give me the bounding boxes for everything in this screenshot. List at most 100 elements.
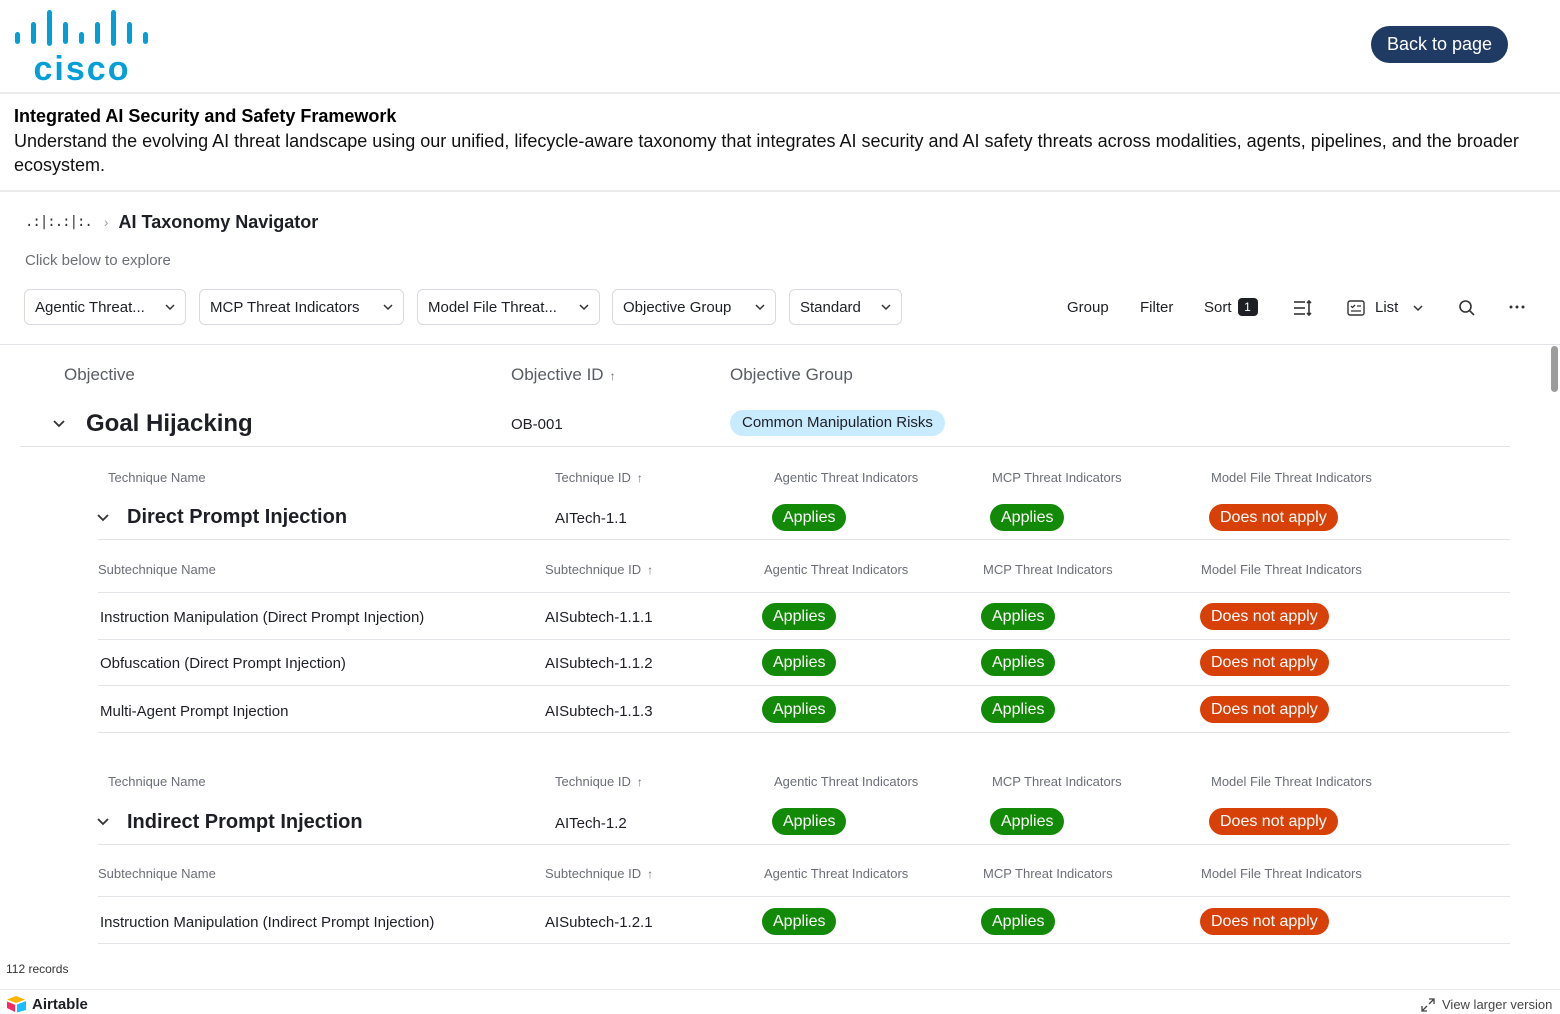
subtechnique-name[interactable]: Instruction Manipulation (Indirect Promp… xyxy=(100,914,434,931)
model-file-status-badge: Does not apply xyxy=(1200,603,1329,630)
breadcrumb: .:|:.:|:. › AI Taxonomy Navigator xyxy=(25,210,318,234)
chevron-down-icon xyxy=(755,304,765,311)
objective-id: OB-001 xyxy=(511,416,563,433)
mcp-status-badge: Applies xyxy=(990,504,1065,531)
column-header-agentic[interactable]: Agentic Threat Indicators xyxy=(774,470,918,485)
column-header-subtechnique-id[interactable]: Subtechnique ID ↑ xyxy=(545,562,653,577)
objective-name[interactable]: Goal Hijacking xyxy=(86,410,253,438)
view-larger-link[interactable]: View larger version xyxy=(1421,997,1552,1012)
subtechnique-name[interactable]: Obfuscation (Direct Prompt Injection) xyxy=(100,655,346,672)
chevron-down-icon xyxy=(881,304,891,311)
column-header-subtechnique-id[interactable]: Subtechnique ID ↑ xyxy=(545,866,653,881)
column-header-model-file[interactable]: Model File Threat Indicators xyxy=(1211,470,1372,485)
agentic-status-badge: Applies xyxy=(762,908,837,935)
row-divider xyxy=(20,446,1510,447)
column-header-mcp[interactable]: MCP Threat Indicators xyxy=(983,866,1113,881)
filter-label: Objective Group xyxy=(623,298,732,316)
base-icon[interactable]: .:|:.:|:. xyxy=(25,214,93,230)
sort-ascending-icon: ↑ xyxy=(647,867,654,881)
search-icon[interactable] xyxy=(1458,299,1476,317)
row-divider xyxy=(98,639,1510,640)
column-header-model-file[interactable]: Model File Threat Indicators xyxy=(1201,866,1362,881)
column-header-subtechnique-name[interactable]: Subtechnique Name xyxy=(98,866,216,881)
column-header-technique-name[interactable]: Technique Name xyxy=(108,774,206,789)
filter-agentic[interactable]: Agentic Threat... xyxy=(24,289,186,325)
collapse-chevron-icon[interactable] xyxy=(53,417,65,429)
subtechnique-id: AISubtech-1.2.1 xyxy=(545,914,653,931)
agentic-status-badge: Applies xyxy=(762,649,837,676)
column-header-technique-name[interactable]: Technique Name xyxy=(108,470,206,485)
list-view-icon xyxy=(1347,300,1365,316)
filter-model-file[interactable]: Model File Threat... xyxy=(417,289,600,325)
column-header-mcp[interactable]: MCP Threat Indicators xyxy=(992,774,1122,789)
mcp-status-badge: Applies xyxy=(981,649,1056,676)
row-divider xyxy=(98,539,1510,540)
filter-button[interactable]: Filter xyxy=(1140,297,1173,319)
collapse-chevron-icon[interactable] xyxy=(97,815,109,827)
sort-ascending-icon: ↑ xyxy=(609,369,616,383)
technique-name[interactable]: Direct Prompt Injection xyxy=(127,506,347,529)
column-header-mcp[interactable]: MCP Threat Indicators xyxy=(992,470,1122,485)
filter-label: Agentic Threat... xyxy=(35,298,145,316)
model-file-status-badge: Does not apply xyxy=(1209,808,1338,835)
filter-mcp[interactable]: MCP Threat Indicators xyxy=(199,289,404,325)
airtable-brand-link[interactable]: Airtable xyxy=(6,995,88,1013)
more-options-icon[interactable] xyxy=(1509,304,1525,310)
agentic-status-badge: Applies xyxy=(772,808,847,835)
back-to-page-button[interactable]: Back to page xyxy=(1371,26,1508,63)
filter-label: MCP Threat Indicators xyxy=(210,298,360,316)
column-header-technique-id[interactable]: Technique ID ↑ xyxy=(555,470,643,485)
subtechnique-id: AISubtech-1.1.2 xyxy=(545,655,653,672)
model-file-status-badge: Does not apply xyxy=(1200,649,1329,676)
column-header-label: Technique ID xyxy=(555,774,631,789)
group-button[interactable]: Group xyxy=(1067,297,1109,319)
technique-id: AITech-1.1 xyxy=(555,510,627,527)
chevron-down-icon xyxy=(383,304,393,311)
column-header-subtechnique-name[interactable]: Subtechnique Name xyxy=(98,562,216,577)
filter-standard[interactable]: Standard xyxy=(789,289,902,325)
row-divider xyxy=(98,943,1510,944)
filter-objective-group[interactable]: Objective Group xyxy=(612,289,776,325)
column-header-agentic[interactable]: Agentic Threat Indicators xyxy=(774,774,918,789)
chevron-right-icon: › xyxy=(103,214,109,230)
column-header-label: Technique ID xyxy=(555,470,631,485)
column-header-objective-id[interactable]: Objective ID ↑ xyxy=(511,365,616,385)
column-header-model-file[interactable]: Model File Threat Indicators xyxy=(1211,774,1372,789)
sort-button[interactable]: Sort 1 xyxy=(1204,297,1258,319)
agentic-status-badge: Applies xyxy=(772,504,847,531)
model-file-status-badge: Does not apply xyxy=(1209,504,1338,531)
mcp-status-badge: Applies xyxy=(981,908,1056,935)
toolbar-divider xyxy=(0,344,1560,345)
column-header-objective-group[interactable]: Objective Group xyxy=(730,365,853,385)
model-file-status-badge: Does not apply xyxy=(1200,696,1329,723)
chevron-down-icon xyxy=(579,304,589,311)
column-header-technique-id[interactable]: Technique ID ↑ xyxy=(555,774,643,789)
cisco-logo[interactable]: cisco xyxy=(14,8,154,84)
row-divider xyxy=(98,592,1510,593)
footer-divider xyxy=(0,989,1560,990)
subtechnique-id: AISubtech-1.1.1 xyxy=(545,609,653,626)
technique-id: AITech-1.2 xyxy=(555,815,627,832)
filter-label: Standard xyxy=(800,298,861,316)
subtechnique-name[interactable]: Multi-Agent Prompt Injection xyxy=(100,703,288,720)
subtechnique-name[interactable]: Instruction Manipulation (Direct Prompt … xyxy=(100,609,424,626)
collapse-chevron-icon[interactable] xyxy=(97,511,109,523)
column-header-label: Objective ID xyxy=(511,365,604,384)
airtable-logo-icon xyxy=(7,996,26,1013)
chevron-down-icon xyxy=(1413,305,1423,312)
column-header-mcp[interactable]: MCP Threat Indicators xyxy=(983,562,1113,577)
column-header-model-file[interactable]: Model File Threat Indicators xyxy=(1201,562,1362,577)
mcp-status-badge: Applies xyxy=(981,696,1056,723)
row-height-icon[interactable] xyxy=(1293,299,1313,317)
mcp-status-badge: Applies xyxy=(990,808,1065,835)
intro-description: Understand the evolving AI threat landsc… xyxy=(14,131,1519,175)
vertical-scrollbar[interactable] xyxy=(1551,346,1558,392)
column-header-agentic[interactable]: Agentic Threat Indicators xyxy=(764,562,908,577)
chevron-down-icon xyxy=(165,304,175,311)
column-header-agentic[interactable]: Agentic Threat Indicators xyxy=(764,866,908,881)
column-header-objective[interactable]: Objective xyxy=(64,365,135,385)
column-header-label: Subtechnique ID xyxy=(545,562,642,577)
agentic-status-badge: Applies xyxy=(762,603,837,630)
view-switcher[interactable]: List xyxy=(1347,297,1424,319)
technique-name[interactable]: Indirect Prompt Injection xyxy=(127,811,363,834)
